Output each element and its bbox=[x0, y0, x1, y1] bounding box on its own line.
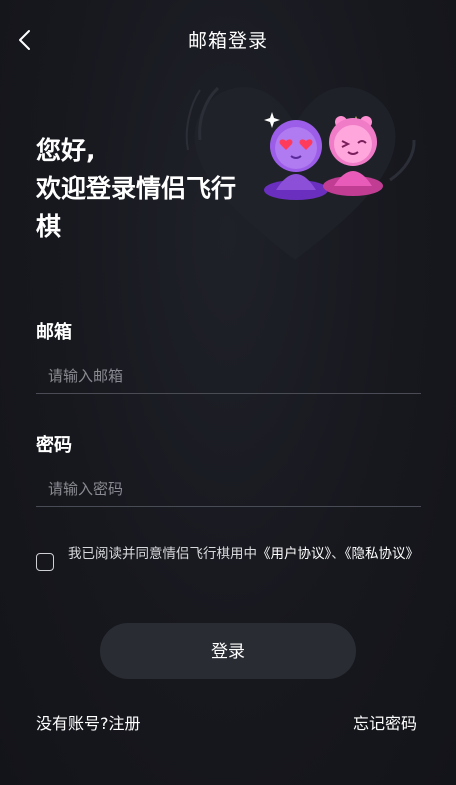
greeting-line-2: 欢迎登录情侣飞行 bbox=[36, 174, 237, 203]
register-link[interactable]: 没有账号?注册 bbox=[36, 710, 141, 734]
welcome-heading: 您好, 欢迎登录情侣飞行 棋 bbox=[36, 132, 266, 246]
privacy-agreement-link[interactable]: 《隐私协议》 bbox=[345, 546, 419, 562]
page-title: 邮箱登录 bbox=[187, 30, 268, 52]
couple-mascot-icon bbox=[264, 112, 383, 200]
agreement-checkbox[interactable] bbox=[36, 553, 54, 571]
user-agreement-link[interactable]: 《用户协议》 bbox=[257, 546, 331, 562]
login-button[interactable]: 登录 bbox=[100, 623, 356, 679]
email-label: 邮箱 bbox=[36, 322, 72, 343]
agreement-separator: 、 bbox=[331, 546, 345, 562]
email-input[interactable] bbox=[36, 358, 421, 394]
forgot-password-link[interactable]: 忘记密码 bbox=[353, 710, 417, 734]
password-input[interactable] bbox=[36, 471, 421, 507]
greeting-line-1: 您好, bbox=[36, 136, 96, 165]
greeting-line-3: 棋 bbox=[36, 212, 62, 241]
agreement-text: 我已阅读并同意情侣飞行棋用中《用户协议》、《隐私协议》 bbox=[68, 545, 428, 564]
header-bar: 邮箱登录 bbox=[0, 0, 456, 78]
agreement-prefix: 我已阅读并同意情侣飞行棋用中 bbox=[68, 546, 257, 562]
password-label: 密码 bbox=[36, 435, 72, 456]
